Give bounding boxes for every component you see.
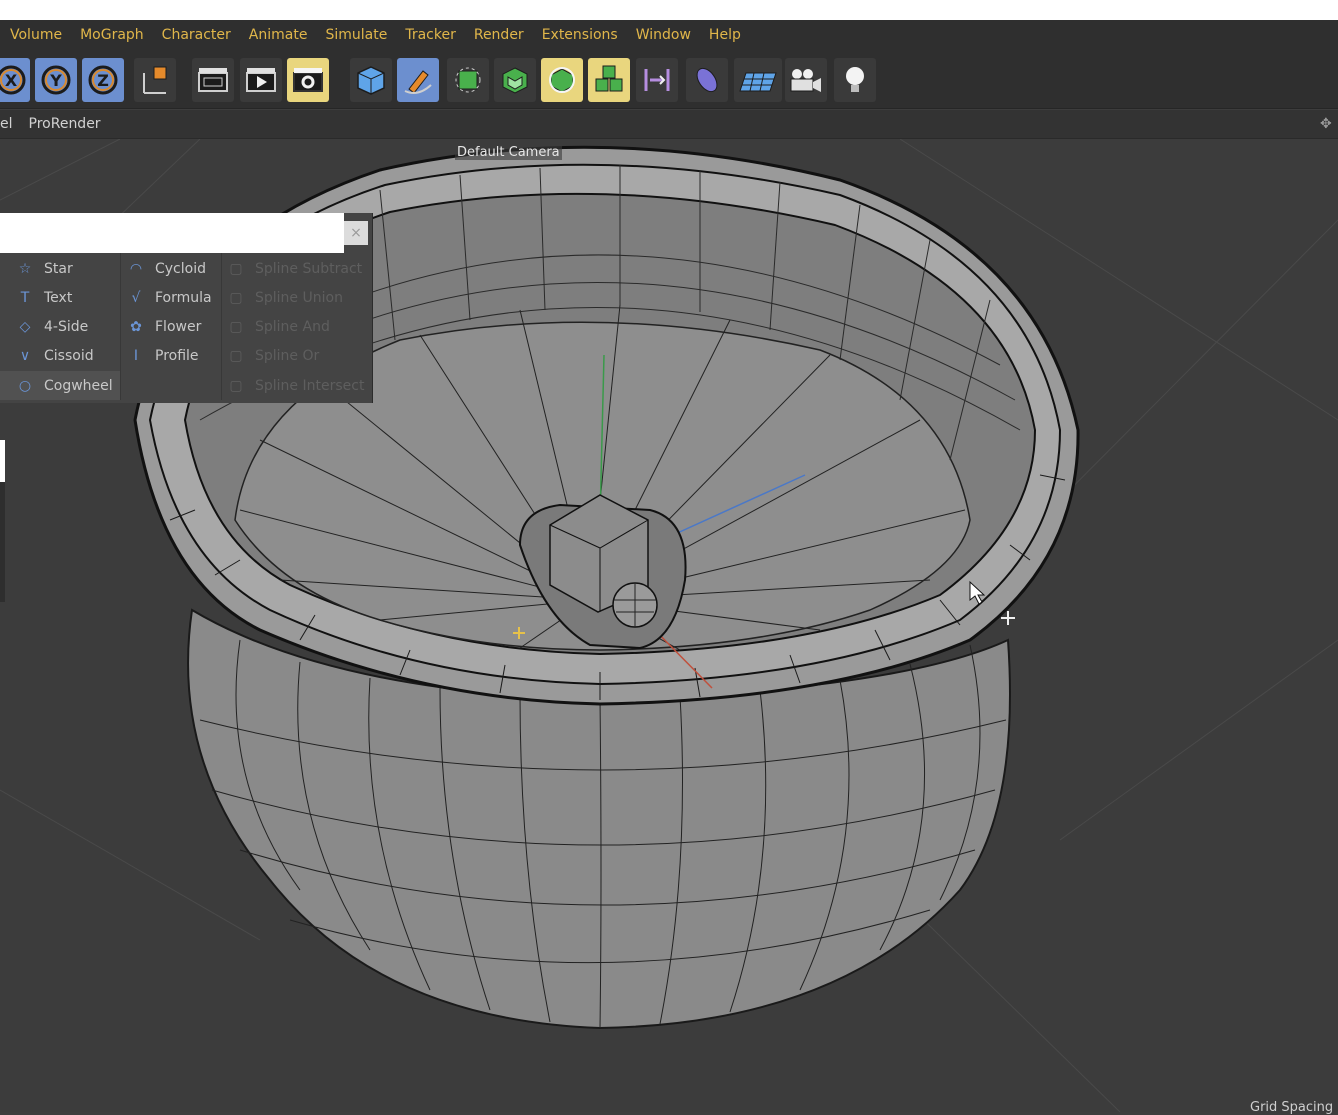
deformer-icon[interactable] (636, 58, 678, 102)
menu-character[interactable]: Character (162, 27, 231, 43)
viewport-menu-prorender[interactable]: ProRender (29, 116, 101, 132)
menu-simulate[interactable]: Simulate (325, 27, 387, 43)
flower-icon: ✿ (130, 318, 142, 335)
menu-help[interactable]: Help (709, 27, 741, 43)
menu-item-cogwheel[interactable]: ○ Cogwheel (0, 371, 120, 400)
y-axis-label: Y (49, 71, 62, 90)
subdivision-icon[interactable] (447, 58, 489, 102)
sweep-icon[interactable] (686, 58, 728, 102)
cogwheel-icon: ○ (18, 377, 32, 394)
menu-item-profile[interactable]: I Profile (111, 341, 221, 370)
viewport-move-icon[interactable]: ✥ (1320, 116, 1332, 132)
formula-icon: √ (131, 289, 141, 306)
menu-bar: Volume MoGraph Character Animate Simulat… (0, 20, 1338, 50)
cissoid-icon: ∨ (19, 347, 31, 364)
pen-icon[interactable] (397, 58, 439, 102)
menu-item-label: Flower (155, 318, 202, 335)
menu-item-label: Spline Union (255, 289, 343, 306)
menu-render[interactable]: Render (474, 27, 524, 43)
floor-icon[interactable] (734, 58, 782, 102)
menu-item-label: Text (44, 289, 73, 306)
menu-item-spline-union[interactable]: ▢ Spline Union (211, 283, 371, 312)
menu-tracker[interactable]: Tracker (405, 27, 456, 43)
extrude-icon[interactable] (494, 58, 536, 102)
popup-close-icon[interactable]: × (344, 221, 368, 245)
render-settings-icon[interactable] (287, 58, 329, 102)
viewport-menu-panel[interactable]: el (0, 116, 13, 132)
menu-window[interactable]: Window (636, 27, 691, 43)
menu-item-label: Cogwheel (44, 377, 113, 394)
menu-item-spline-and[interactable]: ▢ Spline And (211, 312, 371, 341)
cloner-icon[interactable] (541, 58, 583, 102)
viewport-menu-bar: el ProRender (0, 110, 1338, 139)
profile-icon: I (133, 347, 139, 364)
menu-mograph[interactable]: MoGraph (80, 27, 144, 43)
menu-item-label: Profile (155, 347, 199, 364)
menu-item-flower[interactable]: ✿ Flower (111, 312, 221, 341)
popup-search-field[interactable] (0, 213, 344, 253)
spline-subtract-icon: ▢ (229, 260, 243, 277)
spline-union-icon: ▢ (229, 289, 243, 306)
z-axis-button[interactable]: Z (82, 58, 124, 102)
cycloid-icon: ◠ (129, 260, 143, 277)
y-axis-button[interactable]: Y (35, 58, 77, 102)
menu-item-cycloid[interactable]: ◠ Cycloid (111, 254, 221, 283)
grid-spacing-label: Grid Spacing (1250, 1100, 1334, 1115)
menu-extensions[interactable]: Extensions (542, 27, 618, 43)
cube-icon[interactable] (350, 58, 392, 102)
camera-icon[interactable] (785, 58, 827, 102)
side-panel-edge-dark (0, 482, 5, 602)
menu-item-label: Spline Intersect (255, 377, 365, 394)
menu-volume[interactable]: Volume (10, 27, 62, 43)
mograph-cubes-icon[interactable] (588, 58, 630, 102)
menu-item-label: Spline Or (255, 347, 320, 364)
render-picture-viewer-icon[interactable] (240, 58, 282, 102)
menu-item-cissoid[interactable]: ∨ Cissoid (0, 341, 120, 370)
x-axis-button[interactable]: X (0, 58, 30, 102)
spline-and-icon: ▢ (229, 318, 243, 335)
menu-item-star[interactable]: ☆ Star (0, 254, 120, 283)
menu-item-text[interactable]: T Text (0, 283, 120, 312)
menu-item-label: 4-Side (44, 318, 89, 335)
text-icon: T (20, 289, 30, 306)
spline-intersect-icon: ▢ (229, 377, 243, 394)
menu-item-label: Cycloid (155, 260, 206, 277)
light-icon[interactable] (834, 58, 876, 102)
menu-item-label: Cissoid (44, 347, 94, 364)
four-side-icon: ◇ (19, 318, 31, 335)
side-panel-edge (0, 440, 5, 482)
spline-or-icon: ▢ (229, 347, 243, 364)
x-axis-label: X (5, 71, 18, 90)
camera-label[interactable]: Default Camera (455, 145, 562, 160)
menu-item-4-side[interactable]: ◇ 4-Side (0, 312, 120, 341)
menu-item-label: Star (44, 260, 73, 277)
menu-item-label: Formula (155, 289, 212, 306)
menu-item-formula[interactable]: √ Formula (111, 283, 221, 312)
star-icon: ☆ (18, 260, 32, 277)
menu-item-spline-subtract[interactable]: ▢ Spline Subtract (211, 254, 371, 283)
menu-item-spline-or[interactable]: ▢ Spline Or (211, 341, 371, 370)
menu-item-spline-intersect[interactable]: ▢ Spline Intersect (211, 371, 371, 400)
world-coordinates-icon[interactable] (134, 58, 176, 102)
z-axis-label: Z (97, 71, 109, 90)
render-view-icon[interactable] (192, 58, 234, 102)
menu-item-label: Spline And (255, 318, 330, 335)
menu-animate[interactable]: Animate (249, 27, 308, 43)
window-top-strip (0, 0, 1338, 20)
menu-item-label: Spline Subtract (255, 260, 363, 277)
